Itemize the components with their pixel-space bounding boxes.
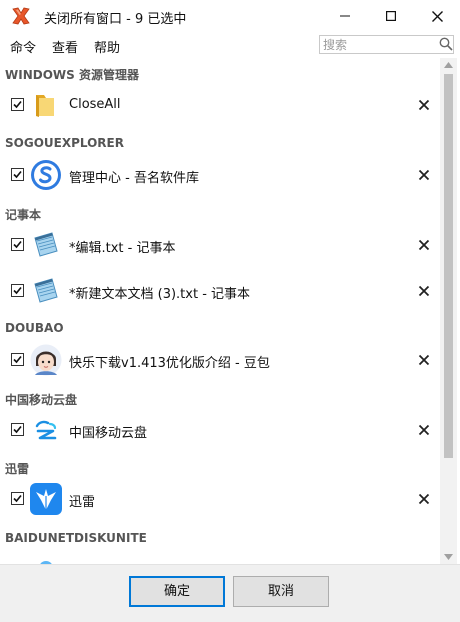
item-checkbox[interactable] [11,168,24,181]
close-icon [431,10,443,22]
folder-icon [36,95,54,117]
list-item-partial[interactable] [0,550,440,564]
maximize-icon [386,11,396,21]
group-header: WINDOWS 资源管理器 [5,68,139,82]
menu-command[interactable]: 命令 [10,37,36,56]
item-label: *新建文本文档 (3).txt - 记事本 [69,287,251,302]
item-checkbox[interactable] [11,423,24,436]
list-item[interactable]: 管理中心 - 吾名软件库 [0,155,440,195]
close-all-app-icon [12,7,30,25]
minimize-button[interactable] [322,0,368,32]
notepad-icon [34,232,58,257]
item-checkbox[interactable] [11,284,24,297]
close-icon[interactable] [416,97,432,113]
checkmark-icon [13,425,22,434]
list-item[interactable]: 迅雷 [0,479,440,519]
menu-view[interactable]: 查看 [52,37,78,56]
close-icon[interactable] [416,491,432,507]
checkmark-icon [13,170,22,179]
item-label: 迅雷 [69,495,96,510]
window-list: WINDOWS 资源管理器 CloseAll SOGOUEXPLORER 管理中… [0,58,440,564]
item-checkbox[interactable] [11,98,24,111]
item-checkbox[interactable] [11,492,24,505]
scroll-down-arrow-icon[interactable] [444,554,453,560]
item-label: CloseAll [69,97,121,112]
item-label: 快乐下载v1.413优化版介绍 - 豆包 [69,356,270,371]
close-icon[interactable] [416,283,432,299]
window-title: 关闭所有窗口 - 9 已选中 [44,12,187,27]
vertical-scrollbar[interactable] [440,58,457,564]
close-icon[interactable] [416,167,432,183]
list-item[interactable]: *编辑.txt - 记事本 [0,225,440,265]
scroll-up-arrow-icon[interactable] [444,62,453,68]
checkmark-icon [13,100,22,109]
close-icon[interactable] [416,237,432,253]
group-header: BAIDUNETDISKUNITE [5,531,147,545]
search-icon[interactable] [439,37,453,51]
item-label: 中国移动云盘 [69,426,148,441]
scrollbar-thumb[interactable] [444,74,453,458]
minimize-icon [340,15,350,17]
item-label: 管理中心 - 吾名软件库 [69,171,199,186]
cloud-drive-icon [35,420,57,440]
group-header: DOUBAO [5,321,64,335]
xunlei-icon [30,483,62,515]
list-item[interactable]: CloseAll [0,85,440,125]
dialog-footer: 确定 取消 [0,564,460,622]
notepad-icon [34,278,58,303]
checkmark-icon [13,494,22,503]
baidu-netdisk-icon [40,561,52,564]
close-icon[interactable] [416,352,432,368]
close-icon[interactable] [416,422,432,438]
checkmark-icon [13,286,22,295]
list-item[interactable]: 快乐下载v1.413优化版介绍 - 豆包 [0,340,440,380]
search-box [319,35,454,54]
title-bar: 关闭所有窗口 - 9 已选中 [0,0,460,32]
group-header: 记事本 [5,208,42,222]
list-item[interactable]: 中国移动云盘 [0,410,440,450]
close-window-button[interactable] [414,0,460,32]
sogou-explorer-icon [31,160,61,190]
list-item[interactable]: *新建文本文档 (3).txt - 记事本 [0,271,440,311]
cancel-button[interactable]: 取消 [233,576,329,607]
item-checkbox[interactable] [11,238,24,251]
ok-button[interactable]: 确定 [129,576,225,607]
checkmark-icon [13,240,22,249]
group-header: SOGOUEXPLORER [5,136,124,150]
checkmark-icon [13,355,22,364]
maximize-button[interactable] [368,0,414,32]
group-header: 中国移动云盘 [5,393,78,407]
search-input[interactable] [323,37,435,52]
item-checkbox[interactable] [11,353,24,366]
doubao-avatar-icon [30,344,62,376]
group-header: 迅雷 [5,462,30,476]
menu-help[interactable]: 帮助 [94,37,120,56]
item-label: *编辑.txt - 记事本 [69,241,176,256]
